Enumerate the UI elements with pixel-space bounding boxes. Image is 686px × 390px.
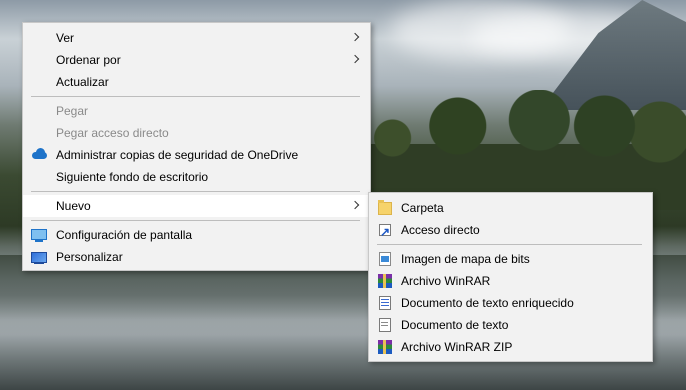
menu-item-label: Configuración de pantalla: [56, 228, 193, 242]
menu-separator: [31, 96, 360, 97]
menu-item-paste-shortcut: Pegar acceso directo: [23, 122, 370, 144]
chevron-right-icon: [350, 32, 360, 42]
menu-item-sort-by[interactable]: Ordenar por: [23, 49, 370, 71]
desktop-context-menu: Ver Ordenar por Actualizar Pegar Pegar a…: [22, 22, 371, 271]
menu-separator: [31, 191, 360, 192]
submenu-item-bitmap-image[interactable]: Imagen de mapa de bits: [369, 248, 652, 270]
submenu-item-text-document[interactable]: Documento de texto: [369, 314, 652, 336]
submenu-item-winrar-zip[interactable]: Archivo WinRAR ZIP: [369, 336, 652, 358]
text-document-icon: [377, 317, 393, 333]
menu-item-display-settings[interactable]: Configuración de pantalla: [23, 224, 370, 246]
winrar-archive-icon: [377, 273, 393, 289]
rich-text-document-icon: [377, 295, 393, 311]
menu-separator: [377, 244, 642, 245]
submenu-item-winrar-archive[interactable]: Archivo WinRAR: [369, 270, 652, 292]
menu-item-onedrive-backup[interactable]: Administrar copias de seguridad de OneDr…: [23, 144, 370, 166]
menu-item-label: Nuevo: [56, 199, 91, 213]
menu-item-personalize[interactable]: Personalizar: [23, 246, 370, 268]
submenu-item-rich-text-document[interactable]: Documento de texto enriquecido: [369, 292, 652, 314]
winrar-zip-icon: [377, 339, 393, 355]
onedrive-icon: [31, 147, 47, 163]
menu-item-next-background[interactable]: Siguiente fondo de escritorio: [23, 166, 370, 188]
submenu-item-label: Imagen de mapa de bits: [401, 252, 530, 266]
submenu-item-folder[interactable]: Carpeta: [369, 197, 652, 219]
folder-icon: [377, 200, 393, 216]
submenu-item-label: Documento de texto enriquecido: [401, 296, 574, 310]
menu-item-new[interactable]: Nuevo: [23, 195, 370, 217]
submenu-item-label: Archivo WinRAR ZIP: [401, 340, 513, 354]
menu-separator: [31, 220, 360, 221]
new-submenu: Carpeta Acceso directo Imagen de mapa de…: [368, 192, 653, 362]
menu-item-label: Pegar: [56, 104, 89, 118]
submenu-item-shortcut[interactable]: Acceso directo: [369, 219, 652, 243]
menu-item-label: Personalizar: [56, 250, 123, 264]
menu-item-label: Administrar copias de seguridad de OneDr…: [56, 148, 299, 162]
submenu-item-label: Archivo WinRAR: [401, 274, 491, 288]
display-settings-icon: [31, 227, 47, 243]
menu-item-label: Ver: [56, 31, 75, 45]
submenu-item-label: Carpeta: [401, 201, 444, 215]
submenu-item-label: Acceso directo: [401, 223, 480, 237]
shortcut-icon: [377, 221, 393, 243]
chevron-right-icon: [350, 200, 360, 210]
menu-item-view[interactable]: Ver: [23, 27, 370, 49]
menu-item-label: Actualizar: [56, 75, 109, 89]
personalize-icon: [31, 249, 47, 265]
menu-item-label: Pegar acceso directo: [56, 126, 169, 140]
menu-item-paste: Pegar: [23, 100, 370, 122]
submenu-item-label: Documento de texto: [401, 318, 509, 332]
chevron-right-icon: [350, 54, 360, 64]
menu-item-label: Siguiente fondo de escritorio: [56, 170, 209, 184]
bitmap-image-icon: [377, 251, 393, 267]
menu-item-refresh[interactable]: Actualizar: [23, 71, 370, 93]
menu-item-label: Ordenar por: [56, 53, 121, 67]
